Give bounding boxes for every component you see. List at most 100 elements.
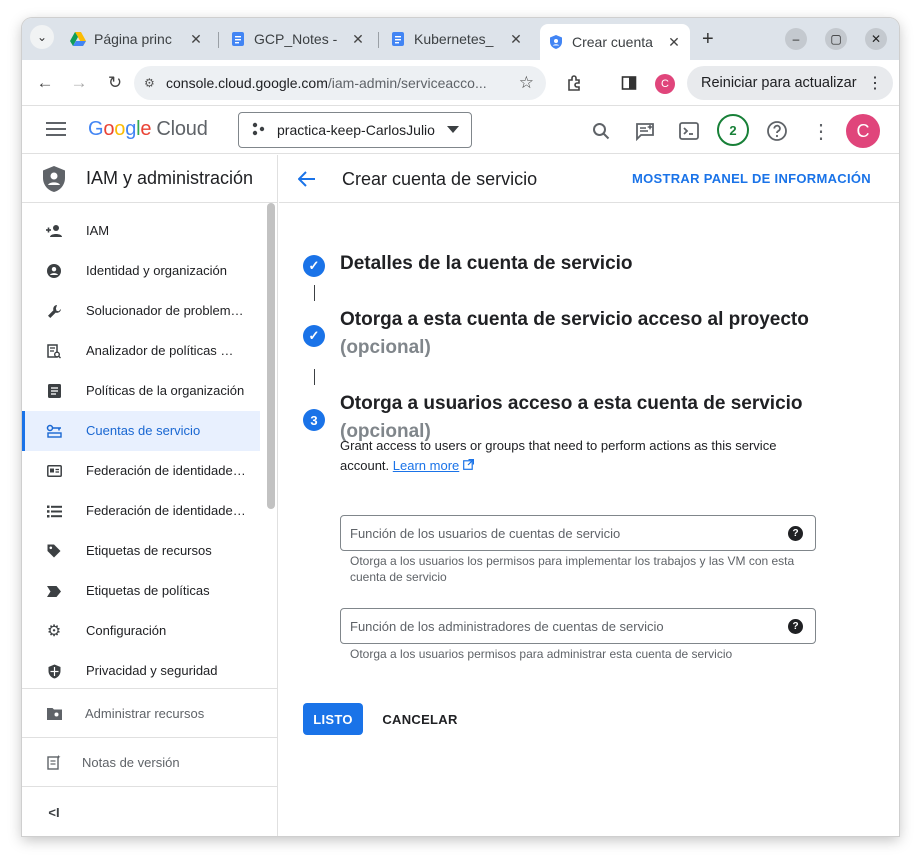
hamburger-menu-icon[interactable] [46,122,66,136]
project-name: practica-keep-CarlosJulio [277,122,435,138]
sidebar-item-label: Solucionador de problem… [86,303,244,318]
address-bar[interactable]: ⚙ console.cloud.google.com/iam-admin/ser… [134,66,546,100]
sidebar-item-workload-federation[interactable]: Federación de identidade… [22,451,268,491]
minimize-icon[interactable]: – [785,28,807,50]
google-docs-icon [392,32,404,46]
sidebar-item-troubleshooter[interactable]: Solucionador de problem… [22,291,268,331]
sidebar-scrollbar[interactable] [267,203,275,509]
sidebar-item-label: Etiquetas de políticas [86,583,210,598]
tab-label: Kubernetes_ [414,31,494,47]
update-button[interactable]: Reiniciar para actualizar ⋮ [687,66,893,100]
show-info-panel-link[interactable]: MOSTRAR PANEL DE INFORMACIÓN [632,171,871,186]
site-settings-icon[interactable]: ⚙ [144,76,166,90]
service-account-users-role-field[interactable]: Función de los usuarios de cuentas de se… [340,515,816,551]
tab-gcp-notes[interactable]: GCP_Notes - ✕ [222,24,374,54]
folder-settings-icon [46,705,62,721]
page-title: Crear cuenta de servicio [342,169,538,189]
google-docs-icon [232,32,244,46]
step-description: Grant access to users or groups that nee… [340,436,800,476]
maximize-icon[interactable]: ▢ [825,28,847,50]
sidebar-item-org-policies[interactable]: Políticas de la organización [22,371,268,411]
collapse-sidebar-button[interactable]: <I [22,787,278,835]
console-header: Google Cloud practica-keep-CarlosJulio 2 … [22,106,899,154]
sidebar-header: IAM y administración [22,155,278,203]
browser-toolbar: ← → ↻ ⚙ console.cloud.google.com/iam-adm… [22,60,899,106]
service-account-admins-role-field[interactable]: Función de los administradores de cuenta… [340,608,816,644]
sidebar-item-policy-analyzer[interactable]: Analizador de políticas … [22,331,268,371]
label-icon [46,583,62,599]
document-icon [46,383,62,399]
account-circle-icon [46,263,62,279]
close-icon[interactable]: ✕ [188,31,204,48]
gemini-chat-icon[interactable] [632,118,658,144]
back-icon[interactable]: ← [32,70,58,96]
wrench-icon [46,303,62,319]
help-icon[interactable]: ? [788,526,803,541]
learn-more-link[interactable]: Learn more [393,458,459,473]
forward-icon[interactable]: → [66,70,92,96]
tab-label: Crear cuenta [572,34,653,50]
sidebar-item-service-accounts[interactable]: Cuentas de servicio [22,411,260,451]
tab-drive[interactable]: Página princ ✕ [62,24,212,54]
tab-search-chevron-icon[interactable]: ⌄ [30,25,54,49]
sidebar-item-privacy-security[interactable]: Privacidad y seguridad [22,651,268,691]
person-add-icon [46,223,62,239]
reload-icon[interactable]: ↻ [102,70,128,96]
google-cloud-logo[interactable]: Google Cloud [88,118,208,141]
step-complete-check-icon: ✓ [303,325,325,347]
tag-icon [46,543,62,559]
side-panel-icon[interactable] [616,70,642,96]
sidebar-item-label: Políticas de la organización [86,383,245,398]
main-content: Crear cuenta de servicio MOSTRAR PANEL D… [279,155,899,836]
step-connector [314,285,315,301]
sidebar-item-label: Privacidad y seguridad [86,663,218,678]
sidebar-item-label: Etiquetas de recursos [86,543,212,558]
profile-avatar[interactable]: C [655,74,675,94]
tab-crear-cuenta[interactable]: Crear cuenta ✕ [540,24,690,60]
close-icon[interactable]: ✕ [350,31,366,48]
extensions-icon[interactable] [562,70,588,96]
project-picker[interactable]: practica-keep-CarlosJulio [238,112,472,148]
sidebar-item-label: Identidad y organización [86,263,227,278]
help-icon[interactable]: ? [788,619,803,634]
search-icon[interactable] [588,118,614,144]
sidebar-item-label: Analizador de políticas … [86,343,234,358]
notifications-badge[interactable]: 2 [717,114,749,146]
step-2-optional: (opcional) [340,337,431,358]
caret-down-icon [447,126,459,133]
more-vert-icon[interactable]: ⋮ [808,118,834,144]
sidebar-item-settings[interactable]: ⚙ Configuración [22,611,268,651]
bookmark-star-icon[interactable]: ☆ [519,73,534,93]
cancel-button[interactable]: CANCELAR [377,703,463,735]
tab-strip: ⌄ Página princ ✕ GCP_Notes - ✕ Kubernete… [22,18,899,60]
sidebar-item-workforce-federation[interactable]: Federación de identidade… [22,491,268,531]
account-avatar[interactable]: C [846,114,880,148]
field-hint: Otorga a los usuarios permisos para admi… [350,647,733,661]
sidebar-item-release-notes[interactable]: Notas de versión [22,738,278,786]
sidebar-item-label: Cuentas de servicio [86,423,201,438]
external-link-icon [462,459,474,470]
iam-shield-icon [43,166,65,192]
done-button[interactable]: LISTO [303,703,363,735]
policy-analyzer-icon [46,343,62,359]
tab-kubernetes[interactable]: Kubernetes_ ✕ [382,24,532,54]
cloud-shell-icon[interactable] [676,118,702,144]
sidebar-item-iam[interactable]: IAM [22,211,268,251]
new-tab-button[interactable]: + [702,28,714,51]
sidebar-item-identity-org[interactable]: Identidad y organización [22,251,268,291]
close-icon[interactable]: ✕ [508,31,524,48]
google-drive-icon [70,32,86,46]
step-1-title[interactable]: Detalles de la cuenta de servicio [340,253,633,275]
help-icon[interactable] [764,118,790,144]
back-arrow-icon[interactable] [295,167,319,191]
sidebar-item-resource-tags[interactable]: Etiquetas de recursos [22,531,268,571]
tab-divider [218,32,219,48]
more-vert-icon[interactable]: ⋮ [867,73,883,93]
step-2-title[interactable]: Otorga a esta cuenta de servicio acceso … [340,309,809,331]
sidebar-item-manage-resources[interactable]: Administrar recursos [22,689,278,737]
sidebar-item-label: IAM [86,223,110,238]
close-icon[interactable]: ✕ [666,34,682,51]
release-notes-icon [46,754,62,770]
window-close-icon[interactable]: ✕ [865,28,887,50]
sidebar-item-policy-tags[interactable]: Etiquetas de políticas [22,571,268,611]
